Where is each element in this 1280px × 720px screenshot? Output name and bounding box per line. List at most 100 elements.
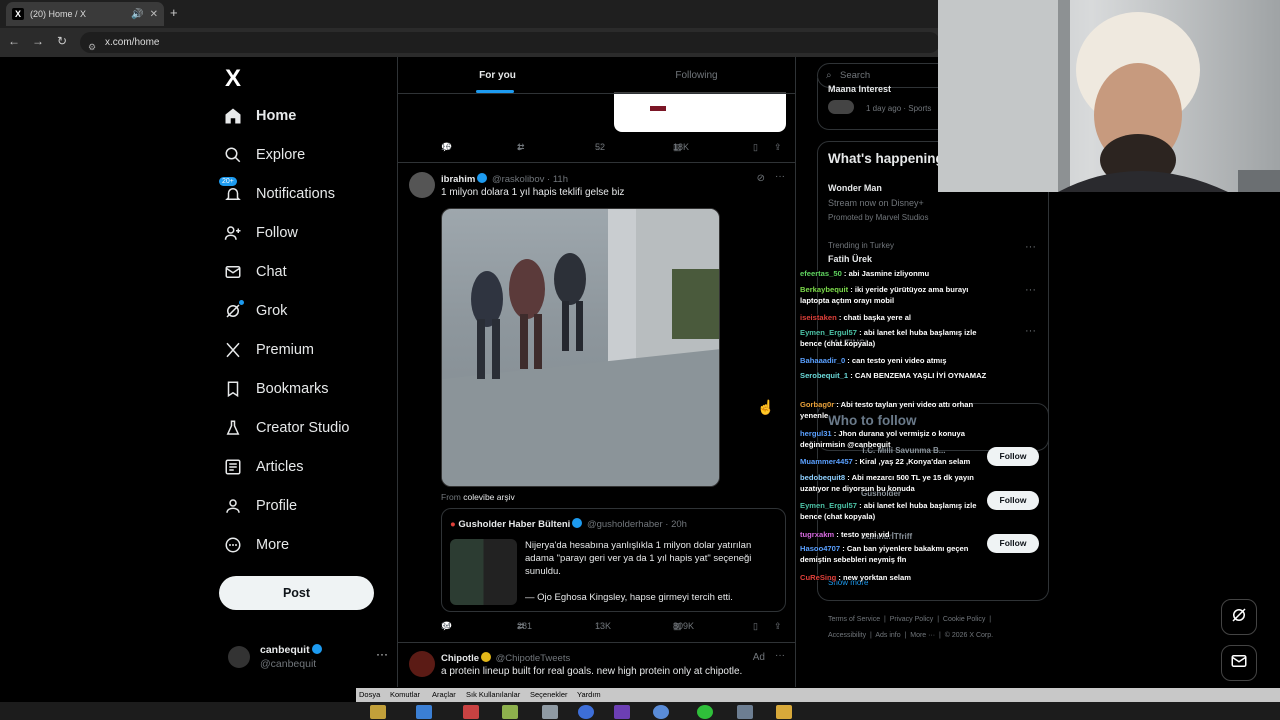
tweet-header: ibrahim @raskolibov · 11h bbox=[441, 173, 568, 185]
menu-help[interactable]: Yardım bbox=[577, 690, 601, 699]
chat-text: new yorktan selam bbox=[843, 573, 911, 582]
bookmark-icon[interactable]: ▯ bbox=[753, 142, 758, 153]
ellipsis-icon[interactable]: ··· bbox=[1025, 325, 1036, 337]
menu-tools[interactable]: Araçlar bbox=[432, 690, 456, 699]
timeline-tabs: For you Following bbox=[398, 57, 795, 94]
x-logo-icon[interactable]: X bbox=[225, 65, 241, 93]
forward-icon[interactable]: → bbox=[30, 34, 46, 48]
tab-for-you[interactable]: For you bbox=[398, 57, 597, 94]
browser-tab[interactable]: X (20) Home / X 🔊 ✕ bbox=[6, 2, 164, 26]
folder-icon[interactable] bbox=[416, 705, 432, 719]
winrar-icon[interactable] bbox=[370, 705, 386, 719]
tweet-time[interactable]: 11h bbox=[553, 174, 568, 185]
footer-accessibility[interactable]: Accessibility bbox=[828, 632, 866, 639]
chat-username: Serobequit_1 bbox=[800, 371, 849, 380]
source-link[interactable]: colevibe arşiv bbox=[463, 492, 515, 502]
tweet-video[interactable] bbox=[441, 208, 720, 487]
site-info-icon[interactable]: ⚙ bbox=[88, 37, 96, 58]
new-tab-icon[interactable]: + bbox=[170, 5, 178, 20]
reload-icon[interactable]: ↻ bbox=[54, 34, 70, 48]
sparkle-icon[interactable] bbox=[614, 705, 630, 719]
footer-privacy[interactable]: Privacy Policy bbox=[890, 616, 934, 623]
footer-more[interactable]: More ··· bbox=[910, 632, 935, 639]
view-count: 18K bbox=[673, 142, 690, 152]
promo-title[interactable]: Wonder Man bbox=[828, 183, 882, 193]
ad-author[interactable]: Chipotle bbox=[441, 653, 479, 664]
menu-options[interactable]: Seçenekler bbox=[530, 690, 568, 699]
app-icon[interactable] bbox=[463, 705, 479, 719]
nav-premium[interactable]: Premium bbox=[224, 335, 314, 365]
footer-cookie[interactable]: Cookie Policy bbox=[943, 616, 985, 623]
nav-explore[interactable]: Explore bbox=[224, 140, 305, 170]
ad-handle[interactable]: @ChipotleTweets bbox=[496, 653, 571, 664]
more-circle-icon bbox=[224, 536, 242, 554]
person-plus-icon bbox=[224, 224, 242, 242]
tab-following[interactable]: Following bbox=[597, 57, 795, 94]
share-icon[interactable]: ⇪ bbox=[774, 142, 782, 153]
tab-title: (20) Home / X bbox=[30, 9, 87, 19]
footer-ads[interactable]: Ads info bbox=[875, 632, 900, 639]
mouse-cursor-icon: ☝ bbox=[757, 399, 775, 415]
notes-icon[interactable] bbox=[502, 705, 518, 719]
nav-grok-label: Grok bbox=[256, 303, 288, 319]
chipotle-avatar[interactable] bbox=[409, 651, 435, 677]
previous-post-image[interactable] bbox=[614, 92, 786, 132]
repost-count: 1 bbox=[517, 142, 523, 152]
share-icon[interactable]: ⇪ bbox=[774, 621, 782, 632]
grok-icon bbox=[224, 300, 244, 320]
nav-home[interactable]: Home bbox=[224, 101, 296, 131]
green-app-icon[interactable] bbox=[697, 705, 713, 719]
stream-chat-overlay: efeertas_50 : abi Jasmine izliyonmu Berka… bbox=[800, 266, 1000, 586]
account-switcher[interactable]: canbequit @canbequit ··· bbox=[228, 637, 388, 677]
grok-button[interactable] bbox=[1221, 599, 1257, 635]
messages-button[interactable] bbox=[1221, 645, 1257, 681]
ellipsis-icon[interactable]: ··· bbox=[376, 647, 388, 661]
menu-file[interactable]: Dosya bbox=[359, 690, 380, 699]
back-icon[interactable]: ← bbox=[6, 34, 22, 48]
nav-chat[interactable]: Chat bbox=[224, 257, 287, 287]
trash-icon[interactable] bbox=[542, 705, 558, 719]
nav-articles[interactable]: Articles bbox=[224, 452, 304, 482]
ellipsis-icon[interactable]: ··· bbox=[775, 171, 785, 182]
quoted-tweet[interactable]: ● Gusholder Haber Bülteni @gusholderhabe… bbox=[441, 508, 786, 612]
nav-follow[interactable]: Follow bbox=[224, 218, 298, 248]
info-icon[interactable] bbox=[653, 705, 669, 719]
quote-author: Gusholder Haber Bülteni bbox=[458, 519, 571, 530]
url-input[interactable]: ⚙ x.com/home bbox=[80, 32, 940, 53]
ellipsis-icon[interactable]: ··· bbox=[775, 650, 785, 661]
document-icon[interactable] bbox=[737, 705, 753, 719]
chat-text: CAN BENZEMA YAŞLI İYİ OYNAMAZ bbox=[854, 371, 987, 380]
promo-subtitle: Stream now on Disney+ bbox=[828, 198, 924, 208]
grok-icon[interactable]: ⊘ bbox=[757, 173, 765, 184]
author-name[interactable]: ibrahim bbox=[441, 174, 475, 185]
browser-icon[interactable] bbox=[578, 705, 594, 719]
menu-favorites[interactable]: Sık Kullanılanlar bbox=[466, 690, 520, 699]
menu-commands[interactable]: Komutlar bbox=[390, 690, 420, 699]
post-button[interactable]: Post bbox=[219, 576, 374, 610]
nav-notifications[interactable]: 20+ Notifications bbox=[219, 177, 335, 209]
chat-message: hergul31 : Jhon durana yol vermişiz o ko… bbox=[800, 429, 966, 449]
nav-grok[interactable]: Grok bbox=[224, 296, 287, 326]
top-item-title[interactable]: Maana Interest bbox=[828, 84, 891, 94]
nav-bookmarks[interactable]: Bookmarks bbox=[224, 374, 329, 404]
taskbar bbox=[0, 702, 1280, 720]
speaker-icon[interactable]: 🔊 bbox=[131, 9, 143, 20]
close-tab-icon[interactable]: ✕ bbox=[150, 9, 158, 20]
nav-profile[interactable]: Profile bbox=[224, 491, 297, 521]
from-label: From bbox=[441, 492, 461, 502]
top-item-meta: 1 day ago · Sports bbox=[866, 104, 932, 113]
author-handle[interactable]: @raskolibov bbox=[492, 174, 544, 185]
avatar[interactable] bbox=[409, 172, 435, 198]
ellipsis-icon[interactable]: ··· bbox=[1025, 284, 1036, 296]
chat-message: bedobequit8 : Abi mezarcı 500 TL ye 15 d… bbox=[800, 473, 974, 493]
trend-title[interactable]: Fatih Ürek bbox=[828, 254, 872, 264]
bookmark-icon[interactable]: ▯ bbox=[753, 621, 758, 632]
like-count: 13K bbox=[595, 621, 612, 631]
notification-badge: 20+ bbox=[219, 177, 237, 186]
nav-more[interactable]: More bbox=[224, 530, 289, 560]
search-icon bbox=[224, 146, 242, 164]
archive-icon[interactable] bbox=[776, 705, 792, 719]
nav-creator-studio[interactable]: Creator Studio bbox=[224, 413, 350, 443]
ellipsis-icon[interactable]: ··· bbox=[1025, 241, 1036, 253]
footer-terms[interactable]: Terms of Service bbox=[828, 616, 880, 623]
